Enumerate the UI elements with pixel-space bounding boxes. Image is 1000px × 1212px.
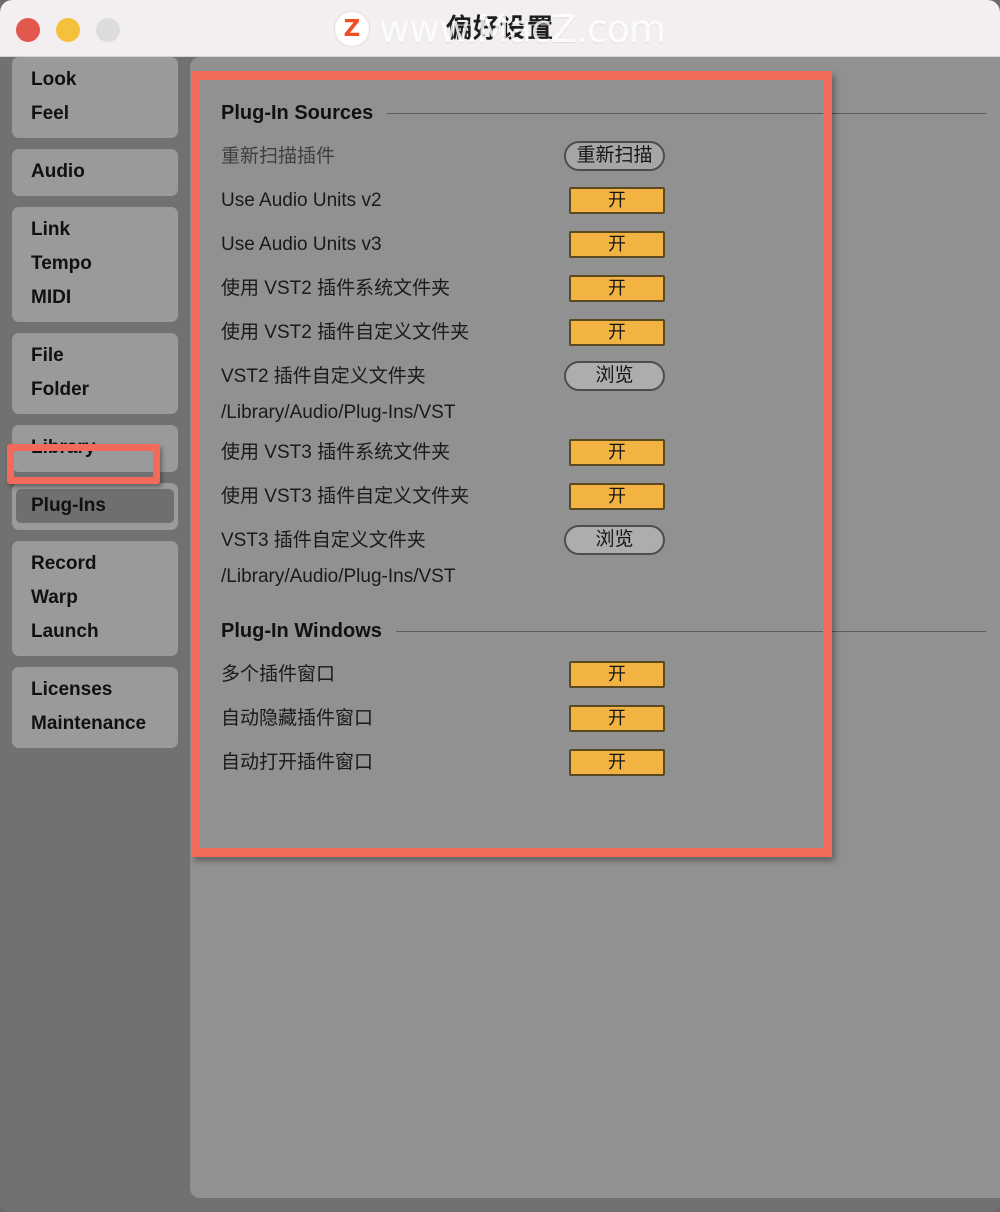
sidebar-item-launch[interactable]: Launch (12, 615, 178, 649)
setting-toggle[interactable]: 开 (569, 439, 665, 466)
sidebar-item-folder[interactable]: Folder (12, 373, 178, 407)
window-title: 偏好设置 (445, 13, 554, 43)
rescan-button[interactable]: 重新扫描 (564, 141, 665, 171)
setting-label: VST2 插件自定义文件夹 (221, 366, 426, 387)
setting-label: Use Audio Units v3 (221, 234, 382, 255)
setting-row: 多个插件窗口 开 (221, 658, 986, 692)
section-title: Plug-In Windows (221, 620, 382, 642)
sidebar-item-look[interactable]: Look (12, 63, 178, 97)
setting-toggle[interactable]: 开 (569, 483, 665, 510)
setting-row: Use Audio Units v2 开 (221, 184, 986, 218)
sidebar-item-maintenance[interactable]: Maintenance (12, 707, 178, 741)
sidebar-item-link[interactable]: Link (12, 213, 178, 247)
setting-toggle[interactable]: 开 (569, 661, 665, 688)
sidebar-group-5: Plug-Ins (12, 483, 178, 530)
setting-label: 自动打开插件窗口 (221, 752, 374, 773)
sidebar-item-plug-ins[interactable]: Plug-Ins (16, 489, 174, 523)
window-titlebar: 偏好设置 Z www.MacZ.com (0, 0, 1000, 57)
section-divider (395, 631, 986, 632)
sidebar-group-6: Record Warp Launch (12, 541, 178, 656)
setting-label: 多个插件窗口 (221, 664, 336, 685)
sidebar-group-4: Library (12, 425, 178, 472)
setting-toggle[interactable]: 开 (569, 749, 665, 776)
preferences-sidebar: Look Feel Audio Link Tempo MIDI File Folder Libr… (0, 57, 190, 1212)
setting-label: 使用 VST2 插件自定义文件夹 (221, 322, 470, 343)
preferences-window: 偏好设置 Z www.MacZ.com Look Feel Audio Link Tem… (0, 0, 1000, 1212)
setting-toggle[interactable]: 开 (569, 187, 665, 214)
sidebar-item-record[interactable]: Record (12, 547, 178, 581)
section-header-1: Plug-In Windows (221, 620, 986, 643)
sidebar-item-library[interactable]: Library (12, 431, 178, 465)
setting-toggle[interactable]: 开 (569, 231, 665, 258)
setting-label: VST3 插件自定义文件夹 (221, 530, 426, 551)
setting-row: 自动隐藏插件窗口 开 (221, 702, 986, 736)
sidebar-item-audio[interactable]: Audio (12, 155, 178, 189)
browse-button[interactable]: 浏览 (564, 361, 665, 391)
sidebar-group-2: Link Tempo MIDI (12, 207, 178, 322)
setting-label: 使用 VST2 插件系统文件夹 (221, 278, 451, 299)
sidebar-item-file[interactable]: File (12, 339, 178, 373)
setting-row: 使用 VST3 插件自定义文件夹 开 (221, 480, 986, 514)
section-divider (387, 113, 986, 114)
sidebar-item-midi[interactable]: MIDI (12, 281, 178, 315)
setting-row: 使用 VST2 插件系统文件夹 开 (221, 272, 986, 306)
setting-label: 重新扫描插件 (221, 146, 336, 167)
sidebar-item-feel[interactable]: Feel (12, 97, 178, 131)
setting-path-value: /Library/Audio/Plug-Ins/VST (221, 402, 456, 423)
setting-row: 使用 VST3 插件系统文件夹 开 (221, 436, 986, 470)
preferences-content-panel: Plug-In Sources 重新扫描插件 重新扫描 Use Audio Units… (190, 57, 1000, 1198)
setting-toggle[interactable]: 开 (569, 705, 665, 732)
sidebar-item-licenses[interactable]: Licenses (12, 673, 178, 707)
sidebar-group-0: Look Feel (12, 57, 178, 138)
setting-path-value: /Library/Audio/Plug-Ins/VST (221, 566, 456, 587)
sidebar-group-1: Audio (12, 149, 178, 196)
section-title: Plug-In Sources (221, 102, 374, 124)
setting-label: 自动隐藏插件窗口 (221, 708, 374, 729)
setting-toggle[interactable]: 开 (569, 275, 665, 302)
sidebar-item-tempo[interactable]: Tempo (12, 247, 178, 281)
setting-row: VST3 插件自定义文件夹 浏览 (221, 524, 986, 558)
browse-button[interactable]: 浏览 (564, 525, 665, 555)
setting-row: Use Audio Units v3 开 (221, 228, 986, 262)
sidebar-group-7: Licenses Maintenance (12, 667, 178, 748)
setting-row: 自动打开插件窗口 开 (221, 746, 986, 780)
setting-row: VST2 插件自定义文件夹 浏览 (221, 360, 986, 394)
sidebar-item-warp[interactable]: Warp (12, 581, 178, 615)
section-header-0: Plug-In Sources (221, 102, 986, 125)
sidebar-group-3: File Folder (12, 333, 178, 414)
setting-row: 使用 VST2 插件自定义文件夹 开 (221, 316, 986, 350)
setting-label: 使用 VST3 插件系统文件夹 (221, 442, 451, 463)
setting-toggle[interactable]: 开 (569, 319, 665, 346)
setting-row: 重新扫描插件 重新扫描 (221, 140, 986, 174)
setting-label: 使用 VST3 插件自定义文件夹 (221, 486, 470, 507)
setting-label: Use Audio Units v2 (221, 190, 382, 211)
